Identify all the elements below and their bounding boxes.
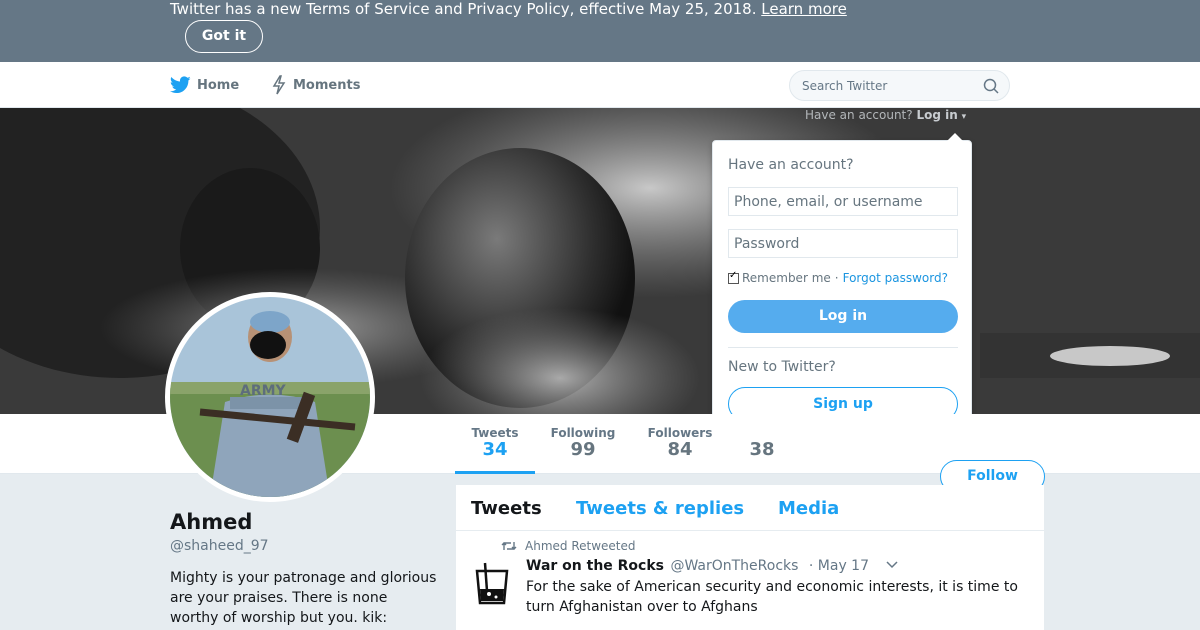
header-login-link[interactable]: Log in <box>916 108 957 122</box>
tab-media[interactable]: Media <box>778 498 839 519</box>
tweet-author-handle[interactable]: @WarOnTheRocks <box>670 558 798 574</box>
header-login-prompt: Have an account? Log in ▾ <box>805 108 966 124</box>
stat-tweets-label: Tweets <box>471 426 519 440</box>
tab-tweets-replies[interactable]: Tweets & replies <box>576 498 744 519</box>
dropdown-divider <box>728 347 958 348</box>
glass-icon <box>474 561 510 605</box>
top-nav: Home Moments <box>0 62 1200 108</box>
tos-banner: Twitter has a new Terms of Service and P… <box>0 0 1200 62</box>
remember-me-label: Remember me <box>742 271 831 285</box>
twitter-bird-icon <box>170 76 191 94</box>
avatar-shirt-lettering: ARMY <box>240 383 287 399</box>
stat-tweets-value: 34 <box>482 439 508 460</box>
profile-name[interactable]: Ahmed <box>170 510 252 534</box>
tweet-author-name[interactable]: War on the Rocks <box>526 558 664 574</box>
tweet-header: War on the Rocks @WarOnTheRocks · May 17 <box>526 558 869 574</box>
tab-tweets[interactable]: Tweets <box>471 498 542 519</box>
stat-likes-label <box>730 426 794 440</box>
profile-handle[interactable]: @shaheed_97 <box>170 538 269 554</box>
nav-moments[interactable]: Moments <box>271 62 360 108</box>
stat-followers-value: 84 <box>667 439 693 460</box>
retweet-context: Ahmed Retweeted <box>501 539 636 553</box>
username-field[interactable] <box>728 187 958 216</box>
timeline: Tweets Tweets & replies Media Ahmed Retw… <box>456 485 1044 630</box>
remember-me-row: Remember me · Forgot password? <box>728 270 948 285</box>
search-icon[interactable] <box>983 78 999 94</box>
forgot-password-link[interactable]: Forgot password? <box>843 271 948 285</box>
nav-home[interactable]: Home <box>170 62 239 108</box>
got-it-button[interactable]: Got it <box>185 20 263 53</box>
avatar-photo: ARMY <box>170 297 370 497</box>
search-box <box>789 70 1010 101</box>
profile-bio: Mighty is your patronage and glorious ar… <box>170 570 437 626</box>
stat-following-label: Following <box>550 426 616 440</box>
login-button[interactable]: Log in <box>728 300 958 333</box>
nav-home-label: Home <box>197 77 240 93</box>
search-input[interactable] <box>802 71 982 100</box>
stat-tweets[interactable]: Tweets 34 <box>455 414 535 474</box>
profile-avatar[interactable]: ARMY <box>165 292 375 502</box>
tweet-text: For the sake of American security and ec… <box>526 579 1018 615</box>
caret-down-icon: ▾ <box>961 112 967 122</box>
tos-banner-text: Twitter has a new Terms of Service and P… <box>170 0 847 18</box>
tweet-timestamp[interactable]: · May 17 <box>809 558 869 574</box>
chevron-down-icon[interactable] <box>886 561 898 569</box>
tos-message: Twitter has a new Terms of Service and P… <box>170 0 757 18</box>
password-field[interactable] <box>728 229 958 258</box>
retweet-context-label[interactable]: Ahmed Retweeted <box>525 539 636 553</box>
stat-likes[interactable]: 38 <box>730 414 794 474</box>
nav-moments-label: Moments <box>293 77 361 93</box>
tweet-item[interactable]: Ahmed Retweeted War on the Rocks @WarOnT… <box>456 531 1044 630</box>
remember-me-checkbox[interactable] <box>728 270 739 284</box>
separator-dot: · <box>834 271 839 285</box>
retweet-icon <box>501 542 517 550</box>
stat-following[interactable]: Following 99 <box>545 414 621 474</box>
login-dropdown-title: Have an account? <box>728 157 854 173</box>
stat-following-value: 99 <box>570 439 596 460</box>
new-to-twitter-text: New to Twitter? <box>728 359 836 375</box>
stat-likes-value: 38 <box>749 439 775 460</box>
stat-followers-label: Followers <box>647 426 713 440</box>
timeline-tabs: Tweets Tweets & replies Media <box>456 485 1044 531</box>
login-dropdown: Have an account? Remember me · Forgot pa… <box>712 133 972 440</box>
have-account-text: Have an account? <box>805 108 913 122</box>
stat-followers[interactable]: Followers 84 <box>642 414 718 474</box>
lightning-icon <box>272 75 286 95</box>
learn-more-link[interactable]: Learn more <box>761 0 847 18</box>
tweet-author-avatar[interactable] <box>474 561 510 605</box>
